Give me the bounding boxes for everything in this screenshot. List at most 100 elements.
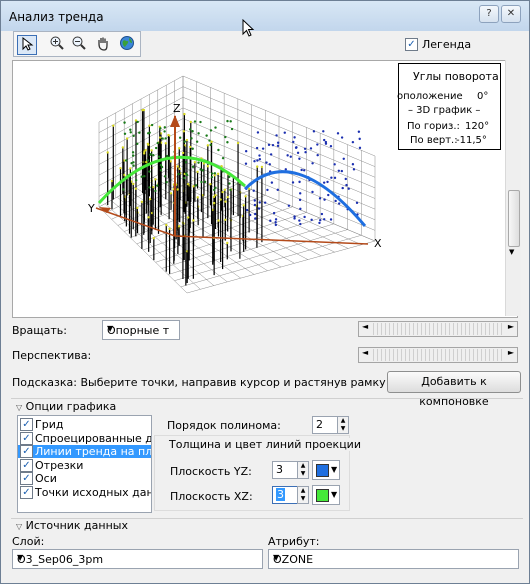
checkbox[interactable]: ✓ xyxy=(20,472,33,485)
projected-point xyxy=(319,219,322,222)
projected-point xyxy=(200,180,203,184)
projected-point xyxy=(263,201,267,204)
list-item[interactable]: ✓ Отрезки xyxy=(18,459,151,472)
globe-icon[interactable] xyxy=(118,35,136,53)
projected-point xyxy=(296,151,300,155)
scrollbar-thumb[interactable] xyxy=(508,190,520,247)
chevron-down-icon: ▼ xyxy=(331,490,338,499)
projected-point xyxy=(193,120,197,123)
list-item-selected[interactable]: ✓Линии тренда на плоск xyxy=(18,445,151,458)
projected-point xyxy=(150,123,154,127)
projected-point xyxy=(298,198,302,202)
data-point xyxy=(210,140,213,143)
projected-point xyxy=(229,120,232,123)
plane-xz-color-picker[interactable]: ▼ xyxy=(312,485,340,505)
data-point xyxy=(152,185,155,189)
scroll-left-icon[interactable]: ◄ xyxy=(362,348,368,357)
checkbox[interactable]: ✓ xyxy=(20,445,33,458)
data-point xyxy=(176,188,179,191)
data-point xyxy=(196,196,199,199)
rotate-slider-thumb[interactable] xyxy=(373,323,503,335)
projected-point xyxy=(212,188,216,192)
projected-point xyxy=(123,132,127,135)
checkbox[interactable]: ✓ xyxy=(20,432,33,445)
list-item[interactable]: ✓Точки исходных данны xyxy=(18,486,151,499)
projected-point xyxy=(148,186,151,189)
data-point xyxy=(125,137,129,140)
projected-point xyxy=(293,217,296,220)
projected-point xyxy=(132,164,135,167)
rotate-select[interactable]: Опорные т ▼ xyxy=(102,320,180,340)
projected-point xyxy=(322,130,325,133)
data-point xyxy=(112,124,115,127)
projected-point xyxy=(156,141,159,145)
projected-point xyxy=(358,146,362,150)
polynomial-order-input[interactable]: 2 xyxy=(312,416,339,434)
plane-yz-spinner[interactable]: ▲ ▼ xyxy=(297,461,309,479)
projected-point xyxy=(208,139,211,142)
help-icon[interactable]: ? xyxy=(479,5,499,23)
projected-point xyxy=(189,128,192,131)
projected-point xyxy=(270,181,274,184)
plane-yz-color-picker[interactable]: ▼ xyxy=(312,460,340,480)
title-bar[interactable]: Анализ тренда ? ✕ xyxy=(1,1,529,31)
zoom-in-icon[interactable] xyxy=(48,35,66,53)
projected-point xyxy=(266,188,269,192)
axis-z-label: Z xyxy=(173,102,181,115)
data-point xyxy=(169,160,172,163)
graph-options-header[interactable]: ▽ Опции графика xyxy=(16,400,116,413)
projected-point xyxy=(213,172,217,175)
checkbox[interactable]: ✓ xyxy=(20,418,33,431)
scroll-down-icon[interactable]: ▼ xyxy=(509,248,514,256)
projected-point xyxy=(283,131,286,134)
projected-point xyxy=(138,131,141,134)
projected-point xyxy=(337,202,341,205)
collapse-icon[interactable]: ▽ xyxy=(16,522,22,531)
pan-hand-icon[interactable] xyxy=(94,35,112,53)
projected-point xyxy=(253,203,257,207)
projected-point xyxy=(183,176,186,180)
data-point xyxy=(141,108,144,112)
projected-point xyxy=(248,213,252,217)
select-arrow-icon[interactable] xyxy=(17,35,37,55)
data-point xyxy=(182,130,186,133)
checkbox[interactable]: ✓ xyxy=(20,459,33,472)
collapse-icon[interactable]: ▽ xyxy=(16,403,22,412)
scroll-left-icon[interactable]: ◄ xyxy=(362,322,368,331)
data-point xyxy=(221,190,224,194)
perspective-slider[interactable]: ◄ ► xyxy=(358,347,518,363)
plane-xz-spinner[interactable]: ▲ ▼ xyxy=(297,486,309,504)
plane-yz-width-input[interactable]: 3 xyxy=(272,461,299,479)
zoom-out-icon[interactable] xyxy=(70,35,88,53)
add-to-layout-button[interactable]: Добавить к компоновке xyxy=(387,371,521,408)
projected-point xyxy=(293,136,296,139)
scroll-right-icon[interactable]: ► xyxy=(508,322,514,331)
data-point xyxy=(217,219,220,222)
checkbox[interactable]: ✓ xyxy=(20,486,33,499)
projected-point xyxy=(159,169,163,172)
data-point xyxy=(150,149,153,152)
close-icon[interactable]: ✕ xyxy=(501,5,521,23)
legend-checkbox[interactable]: ✓ xyxy=(405,38,418,51)
trend-plot-area[interactable]: Z Y X Углы поворота оположение 0° – 3D г… xyxy=(12,60,518,318)
data-source-header[interactable]: ▽ Источник данных xyxy=(16,519,128,532)
rotation-angles-panel: Углы поворота оположение 0° – 3D график … xyxy=(397,63,501,150)
projected-point xyxy=(123,121,126,124)
list-item[interactable]: ✓ Оси xyxy=(18,472,151,485)
list-item[interactable]: ✓Спроецированные дан xyxy=(18,432,151,445)
graph-options-list[interactable]: ✓Грид ✓Спроецированные дан ✓Линии тренда… xyxy=(17,415,152,513)
plane-xz-width-input[interactable]: 3 xyxy=(272,486,299,504)
projected-point xyxy=(265,161,268,164)
data-point xyxy=(242,204,245,207)
layer-select[interactable]: O3_Sep06_3pm ▼ xyxy=(12,549,263,569)
projected-point xyxy=(252,189,255,192)
list-item[interactable]: ✓ Грид xyxy=(18,418,151,431)
data-point xyxy=(164,142,167,145)
rotate-slider[interactable]: ◄ ► xyxy=(358,321,518,337)
perspective-slider-thumb[interactable] xyxy=(373,349,503,361)
attribute-select[interactable]: OZONE ▼ xyxy=(268,549,519,569)
polynomial-order-spinner[interactable]: ▲ ▼ xyxy=(337,416,349,434)
data-point xyxy=(147,216,150,219)
scroll-right-icon[interactable]: ► xyxy=(508,348,514,357)
plot-vertical-scrollbar[interactable]: ▼ xyxy=(505,60,521,316)
